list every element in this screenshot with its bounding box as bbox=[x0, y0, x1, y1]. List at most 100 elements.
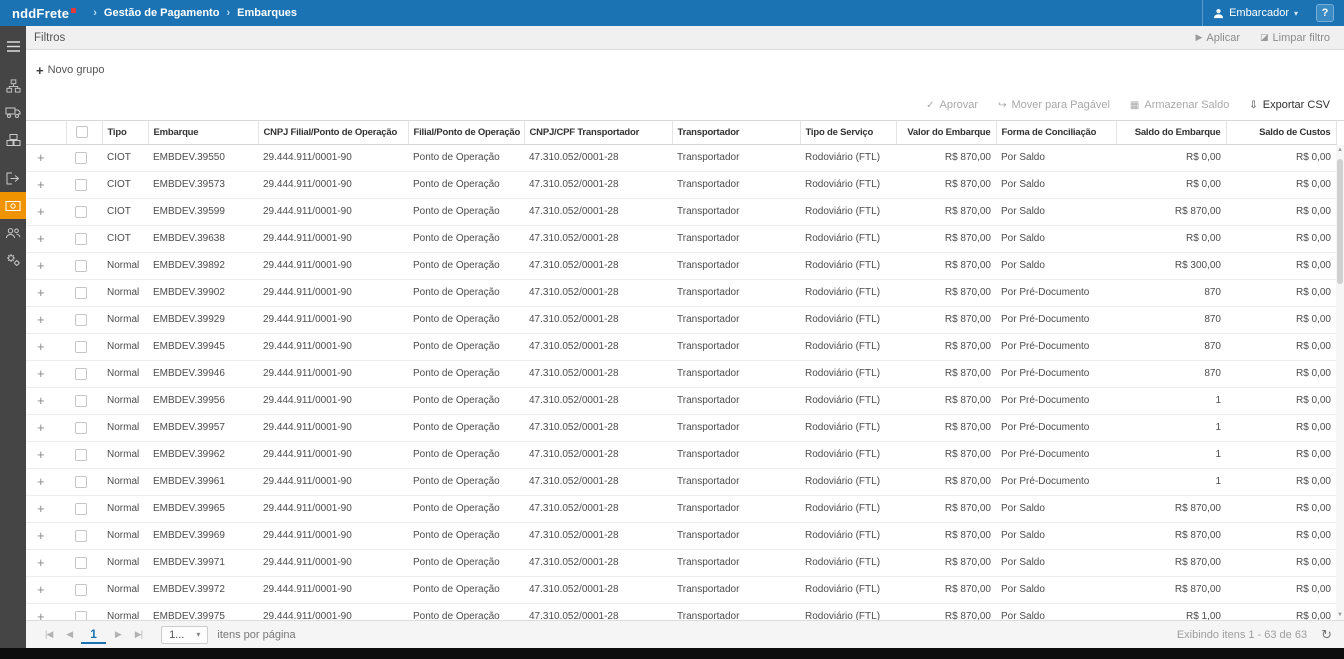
cell-forma_conciliacao: Por Saldo bbox=[996, 522, 1116, 549]
breadcrumb-item-gestao[interactable]: Gestão de Pagamento bbox=[104, 7, 220, 19]
column-header[interactable]: Valor do Embarque bbox=[896, 121, 996, 144]
apply-filter-button[interactable]: ▶ Aplicar bbox=[1195, 32, 1240, 44]
row-expand-button[interactable]: + bbox=[31, 231, 45, 246]
row-checkbox[interactable] bbox=[75, 206, 87, 218]
cell-cnpj_transportador: 47.310.052/0001-28 bbox=[524, 333, 672, 360]
column-header[interactable]: Tipo de Serviço bbox=[800, 121, 896, 144]
cell-valor_embarque: R$ 870,00 bbox=[896, 225, 996, 252]
filters-bar: Filtros ▶ Aplicar ◪ Limpar filtro bbox=[26, 26, 1344, 50]
brand-logo[interactable]: nddFrete bbox=[12, 6, 76, 21]
new-group-button[interactable]: + Novo grupo bbox=[36, 63, 104, 78]
row-expand-button[interactable]: + bbox=[31, 447, 45, 462]
row-expand-button[interactable]: + bbox=[31, 528, 45, 543]
sidebar-item-settings[interactable] bbox=[0, 246, 26, 273]
row-checkbox[interactable] bbox=[75, 152, 87, 164]
cell-tipo_servico: Rodoviário (FTL) bbox=[800, 522, 896, 549]
row-checkbox[interactable] bbox=[75, 422, 87, 434]
vertical-scrollbar[interactable]: ▲ ▼ bbox=[1336, 145, 1344, 620]
store-balance-button[interactable]: ▦ Armazenar Saldo bbox=[1130, 99, 1229, 111]
row-expand-button[interactable]: + bbox=[31, 474, 45, 489]
row-checkbox[interactable] bbox=[75, 260, 87, 272]
row-checkbox[interactable] bbox=[75, 449, 87, 461]
column-header[interactable]: CNPJ/CPF Transportador bbox=[524, 121, 672, 144]
next-page-button[interactable]: ▶ bbox=[108, 629, 128, 640]
last-page-button[interactable]: ▶| bbox=[128, 629, 149, 640]
row-expand-button[interactable]: + bbox=[31, 501, 45, 516]
first-page-button[interactable]: |◀ bbox=[38, 629, 59, 640]
row-expand-button[interactable]: + bbox=[31, 177, 45, 192]
table-row: +NormalEMBDEV.3996229.444.911/0001-90Pon… bbox=[26, 441, 1336, 468]
sidebar-item-fleet[interactable] bbox=[0, 99, 26, 126]
row-expand-button[interactable]: + bbox=[31, 150, 45, 165]
filter-group-area: + Novo grupo bbox=[26, 50, 1344, 90]
column-header[interactable]: CNPJ Filial/Ponto de Operação bbox=[258, 121, 408, 144]
cell-valor_embarque: R$ 870,00 bbox=[896, 603, 996, 620]
cell-saldo_custos: R$ 0,00 bbox=[1226, 495, 1336, 522]
column-header[interactable]: Tipo bbox=[102, 121, 148, 144]
cell-embarque: EMBDEV.39599 bbox=[148, 198, 258, 225]
cell-filial: Ponto de Operação bbox=[408, 576, 524, 603]
column-header[interactable]: Saldo do Embarque bbox=[1116, 121, 1226, 144]
refresh-icon[interactable]: ↻ bbox=[1321, 627, 1332, 643]
row-expand-button[interactable]: + bbox=[31, 204, 45, 219]
row-expand-button[interactable]: + bbox=[31, 258, 45, 273]
row-checkbox[interactable] bbox=[75, 584, 87, 596]
row-checkbox[interactable] bbox=[75, 179, 87, 191]
export-csv-button[interactable]: ⇩ Exportar CSV bbox=[1249, 99, 1330, 111]
row-checkbox[interactable] bbox=[75, 395, 87, 407]
row-checkbox[interactable] bbox=[75, 530, 87, 542]
help-button[interactable]: ? bbox=[1316, 4, 1334, 22]
apply-filter-label: Aplicar bbox=[1206, 32, 1240, 44]
sidebar-item-menu[interactable] bbox=[0, 33, 26, 60]
column-header[interactable]: Saldo de Custos bbox=[1226, 121, 1336, 144]
row-checkbox[interactable] bbox=[75, 503, 87, 515]
row-expand-button[interactable]: + bbox=[31, 366, 45, 381]
cell-tipo: Normal bbox=[102, 414, 148, 441]
scroll-up-icon[interactable]: ▲ bbox=[1336, 147, 1344, 153]
checkbox-cell bbox=[66, 144, 102, 171]
sidebar-item-payments[interactable] bbox=[0, 192, 26, 219]
clear-filter-button[interactable]: ◪ Limpar filtro bbox=[1260, 32, 1330, 44]
row-checkbox[interactable] bbox=[75, 233, 87, 245]
breadcrumb-item-embarques[interactable]: Embarques bbox=[237, 7, 297, 19]
row-checkbox[interactable] bbox=[75, 341, 87, 353]
user-menu[interactable]: Embarcador ▾ bbox=[1202, 0, 1308, 26]
row-checkbox[interactable] bbox=[75, 287, 87, 299]
row-checkbox[interactable] bbox=[75, 557, 87, 569]
scrollbar-thumb[interactable] bbox=[1337, 159, 1343, 284]
sidebar-item-logout[interactable] bbox=[0, 165, 26, 192]
select-all-checkbox[interactable] bbox=[76, 126, 88, 138]
column-header[interactable]: Transportador bbox=[672, 121, 800, 144]
table-row: +NormalEMBDEV.3994629.444.911/0001-90Pon… bbox=[26, 360, 1336, 387]
page-size-select[interactable]: 1... ▾ bbox=[161, 626, 208, 644]
row-checkbox[interactable] bbox=[75, 611, 87, 621]
move-to-payable-button[interactable]: ↪ Mover para Pagável bbox=[998, 99, 1110, 111]
page-number[interactable]: 1 bbox=[81, 625, 106, 644]
column-header[interactable]: Filial/Ponto de Operação bbox=[408, 121, 524, 144]
column-header[interactable]: Forma de Conciliação bbox=[996, 121, 1116, 144]
header-checkbox-cell bbox=[66, 121, 102, 144]
row-expand-button[interactable]: + bbox=[31, 312, 45, 327]
row-expand-button[interactable]: + bbox=[31, 555, 45, 570]
cell-cnpj_filial: 29.444.911/0001-90 bbox=[258, 522, 408, 549]
row-expand-button[interactable]: + bbox=[31, 582, 45, 597]
row-checkbox[interactable] bbox=[75, 314, 87, 326]
cell-valor_embarque: R$ 870,00 bbox=[896, 198, 996, 225]
prev-page-button[interactable]: ◀ bbox=[59, 629, 79, 640]
scroll-down-icon[interactable]: ▼ bbox=[1336, 612, 1344, 618]
row-expand-button[interactable]: + bbox=[31, 339, 45, 354]
approve-button[interactable]: ✓ Aprovar bbox=[926, 99, 978, 111]
cell-valor_embarque: R$ 870,00 bbox=[896, 360, 996, 387]
table-row: +NormalEMBDEV.3992929.444.911/0001-90Pon… bbox=[26, 306, 1336, 333]
column-header[interactable]: Embarque bbox=[148, 121, 258, 144]
row-expand-button[interactable]: + bbox=[31, 393, 45, 408]
row-expand-button[interactable]: + bbox=[31, 609, 45, 620]
row-expand-button[interactable]: + bbox=[31, 285, 45, 300]
row-checkbox[interactable] bbox=[75, 476, 87, 488]
cell-valor_embarque: R$ 870,00 bbox=[896, 387, 996, 414]
sidebar-item-cargo[interactable] bbox=[0, 126, 26, 153]
sidebar-item-organization[interactable] bbox=[0, 72, 26, 99]
sidebar-item-users[interactable] bbox=[0, 219, 26, 246]
row-checkbox[interactable] bbox=[75, 368, 87, 380]
row-expand-button[interactable]: + bbox=[31, 420, 45, 435]
